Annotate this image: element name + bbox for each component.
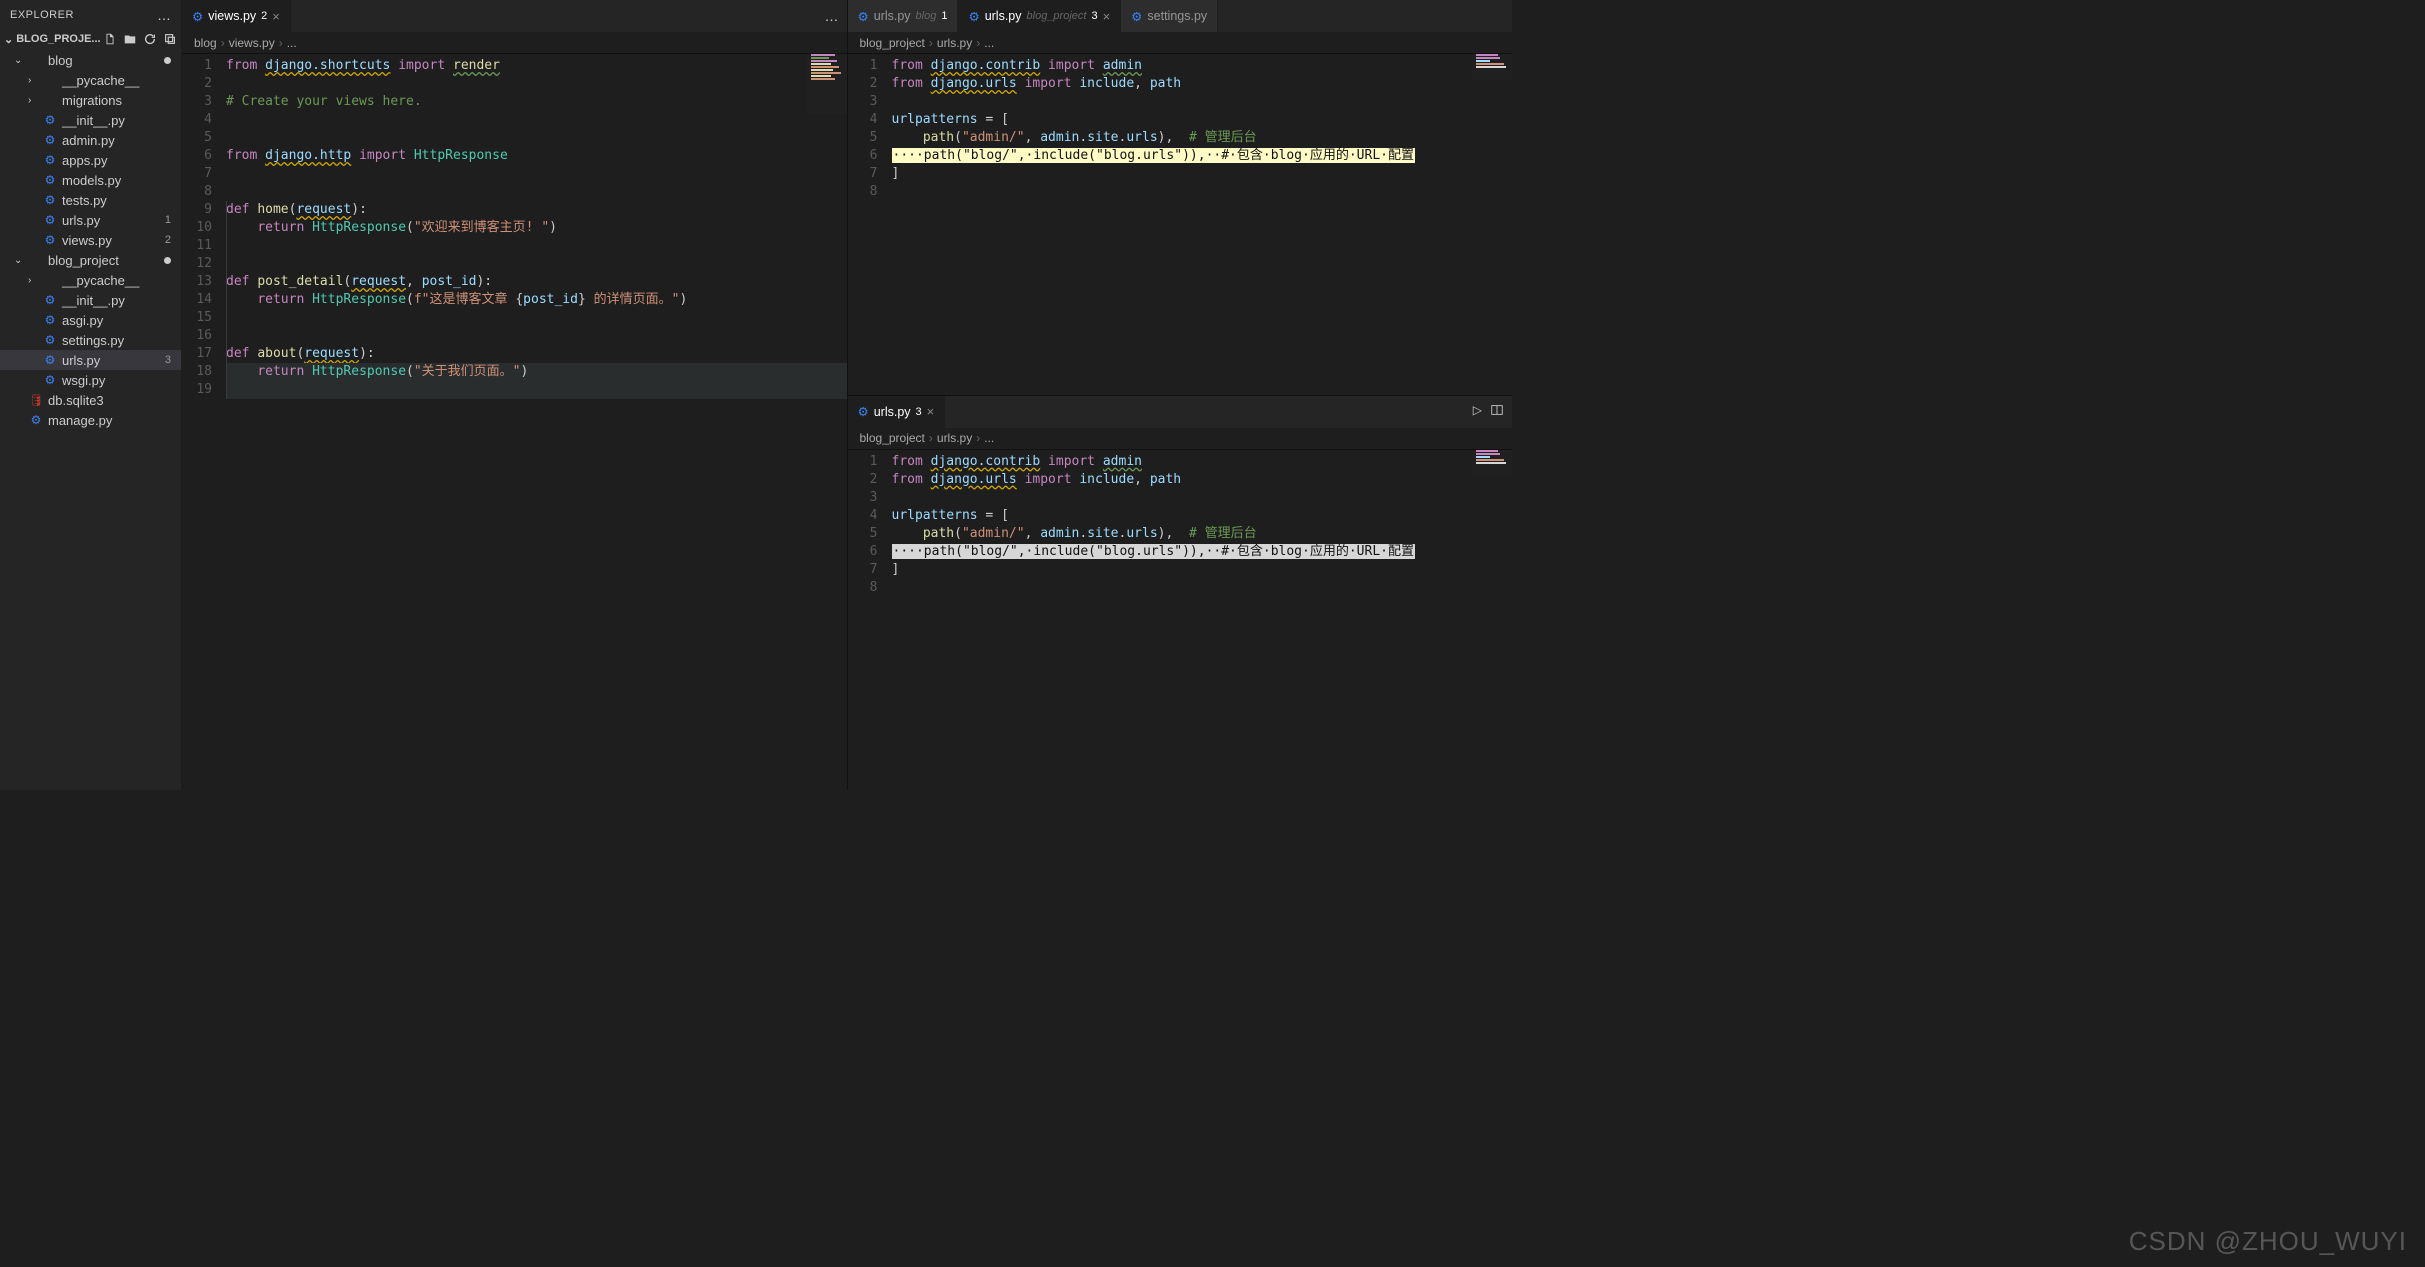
file-tests-py[interactable]: ⚙tests.py [0, 190, 181, 210]
file-wsgi-py[interactable]: ⚙wsgi.py [0, 370, 181, 390]
crumb[interactable]: views.py [229, 36, 275, 50]
file-__init__-py[interactable]: ⚙__init__.py [0, 290, 181, 310]
editor-area: ⚙ views.py 2 × … blog › views.py › ... 1… [182, 0, 1512, 790]
python-icon: ⚙ [968, 9, 979, 24]
tab-mod-count: 2 [261, 10, 267, 22]
tab-label: urls.py [985, 9, 1022, 23]
project-name: BLOG_PROJE... [16, 33, 100, 45]
file-urls-py[interactable]: ⚙urls.py3 [0, 350, 181, 370]
folder-blog[interactable]: ⌄blog [0, 50, 181, 70]
tab-settings-py[interactable]: ⚙ settings.py [1121, 0, 1218, 32]
tab-label: settings.py [1147, 9, 1207, 23]
minimap[interactable] [1472, 54, 1512, 80]
crumb[interactable]: blog [194, 36, 217, 50]
run-icon[interactable]: ▷ [1473, 403, 1482, 420]
tab-label: urls.py [874, 9, 911, 23]
crumb[interactable]: blog_project [860, 431, 925, 445]
new-folder-icon[interactable] [123, 32, 137, 46]
chevron-right-icon: › [976, 36, 980, 50]
explorer-sidebar: EXPLORER … ⌄ BLOG_PROJE... ⌄blog›__pycac… [0, 0, 182, 790]
python-icon: ⚙ [858, 9, 869, 24]
python-icon: ⚙ [192, 9, 203, 24]
crumb[interactable]: urls.py [937, 36, 972, 50]
close-icon[interactable]: × [272, 9, 280, 24]
tab-mod-count: 3 [1091, 10, 1097, 22]
split-icon[interactable] [1490, 403, 1504, 420]
file-manage-py[interactable]: ⚙manage.py [0, 410, 181, 430]
explorer-header: EXPLORER … [0, 0, 181, 30]
tabbar-right-bottom: ⚙ urls.py 3 × ▷ [848, 396, 1513, 428]
chevron-right-icon: › [929, 431, 933, 445]
explorer-more-icon[interactable]: … [157, 7, 171, 23]
code-content[interactable]: from django.contrib import adminfrom dja… [892, 54, 1513, 395]
editor-pane-bottom: ⚙ urls.py 3 × ▷ blog_project › [848, 395, 1513, 791]
tab-qualifier: blog_project [1027, 10, 1087, 22]
folder-__pycache__[interactable]: ›__pycache__ [0, 70, 181, 90]
line-gutter: 12345678910111213141516171819 [182, 54, 226, 790]
editor-group-left: ⚙ views.py 2 × … blog › views.py › ... 1… [182, 0, 848, 790]
project-header[interactable]: ⌄ BLOG_PROJE... [0, 30, 181, 48]
chevron-right-icon: › [279, 36, 283, 50]
line-gutter: 12345678 [848, 54, 892, 395]
close-icon[interactable]: × [1103, 9, 1111, 24]
file-apps-py[interactable]: ⚙apps.py [0, 150, 181, 170]
explorer-title: EXPLORER [10, 9, 74, 21]
tab-mod-count: 1 [941, 10, 947, 22]
breadcrumb-left[interactable]: blog › views.py › ... [182, 32, 847, 54]
new-file-icon[interactable] [103, 32, 117, 46]
chevron-right-icon: › [221, 36, 225, 50]
tab-urls-bottom[interactable]: ⚙ urls.py 3 × [848, 396, 946, 428]
crumb[interactable]: ... [984, 431, 994, 445]
chevron-right-icon: › [929, 36, 933, 50]
editor-pane-top: ⚙ urls.py blog 1 ⚙ urls.py blog_project … [848, 0, 1513, 395]
file-asgi-py[interactable]: ⚙asgi.py [0, 310, 181, 330]
file-settings-py[interactable]: ⚙settings.py [0, 330, 181, 350]
collapse-all-icon[interactable] [163, 32, 177, 46]
crumb[interactable]: blog_project [860, 36, 925, 50]
file-urls-py[interactable]: ⚙urls.py1 [0, 210, 181, 230]
line-gutter: 12345678 [848, 450, 892, 791]
watermark: CSDN @ZHOU_WUYI [2129, 1226, 2407, 1257]
tab-urls-blog[interactable]: ⚙ urls.py blog 1 [848, 0, 959, 32]
minimap[interactable] [1472, 450, 1512, 476]
crumb[interactable]: ... [984, 36, 994, 50]
python-icon: ⚙ [858, 404, 869, 419]
file-__init__-py[interactable]: ⚙__init__.py [0, 110, 181, 130]
tab-mod-count: 3 [916, 406, 922, 418]
refresh-icon[interactable] [143, 32, 157, 46]
chevron-right-icon: › [976, 431, 980, 445]
folder-__pycache__[interactable]: ›__pycache__ [0, 270, 181, 290]
tabbar-left: ⚙ views.py 2 × … [182, 0, 847, 32]
minimap[interactable] [807, 54, 847, 114]
crumb[interactable]: ... [287, 36, 297, 50]
code-content[interactable]: from django.shortcuts import render # Cr… [226, 54, 847, 790]
tab-urls-project[interactable]: ⚙ urls.py blog_project 3 × [958, 0, 1121, 32]
tab-qualifier: blog [916, 10, 937, 22]
tabbar-overflow-icon[interactable]: … [825, 8, 839, 24]
file-models-py[interactable]: ⚙models.py [0, 170, 181, 190]
file-views-py[interactable]: ⚙views.py2 [0, 230, 181, 250]
tab-views-py[interactable]: ⚙ views.py 2 × [182, 0, 291, 32]
tab-label: urls.py [874, 405, 911, 419]
crumb[interactable]: urls.py [937, 431, 972, 445]
chevron-down-icon: ⌄ [4, 33, 13, 46]
folder-migrations[interactable]: ›migrations [0, 90, 181, 110]
editor-urls-bottom[interactable]: 12345678 from django.contrib import admi… [848, 450, 1513, 791]
close-icon[interactable]: × [927, 404, 935, 419]
breadcrumb-right-top[interactable]: blog_project › urls.py › ... [848, 32, 1513, 54]
file-tree: ⌄blog›__pycache__›migrations⚙__init__.py… [0, 48, 181, 790]
file-db-sqlite3[interactable]: 🛢db.sqlite3 [0, 390, 181, 410]
code-content[interactable]: from django.contrib import adminfrom dja… [892, 450, 1513, 791]
python-icon: ⚙ [1131, 9, 1142, 24]
file-admin-py[interactable]: ⚙admin.py [0, 130, 181, 150]
folder-blog_project[interactable]: ⌄blog_project [0, 250, 181, 270]
editor-group-right: ⚙ urls.py blog 1 ⚙ urls.py blog_project … [848, 0, 1513, 790]
breadcrumb-right-bottom[interactable]: blog_project › urls.py › ... [848, 428, 1513, 450]
tab-label: views.py [208, 9, 256, 23]
editor-urls-top[interactable]: 12345678 from django.contrib import admi… [848, 54, 1513, 395]
tabbar-right-top: ⚙ urls.py blog 1 ⚙ urls.py blog_project … [848, 0, 1513, 32]
editor-views-py[interactable]: 12345678910111213141516171819 from djang… [182, 54, 847, 790]
